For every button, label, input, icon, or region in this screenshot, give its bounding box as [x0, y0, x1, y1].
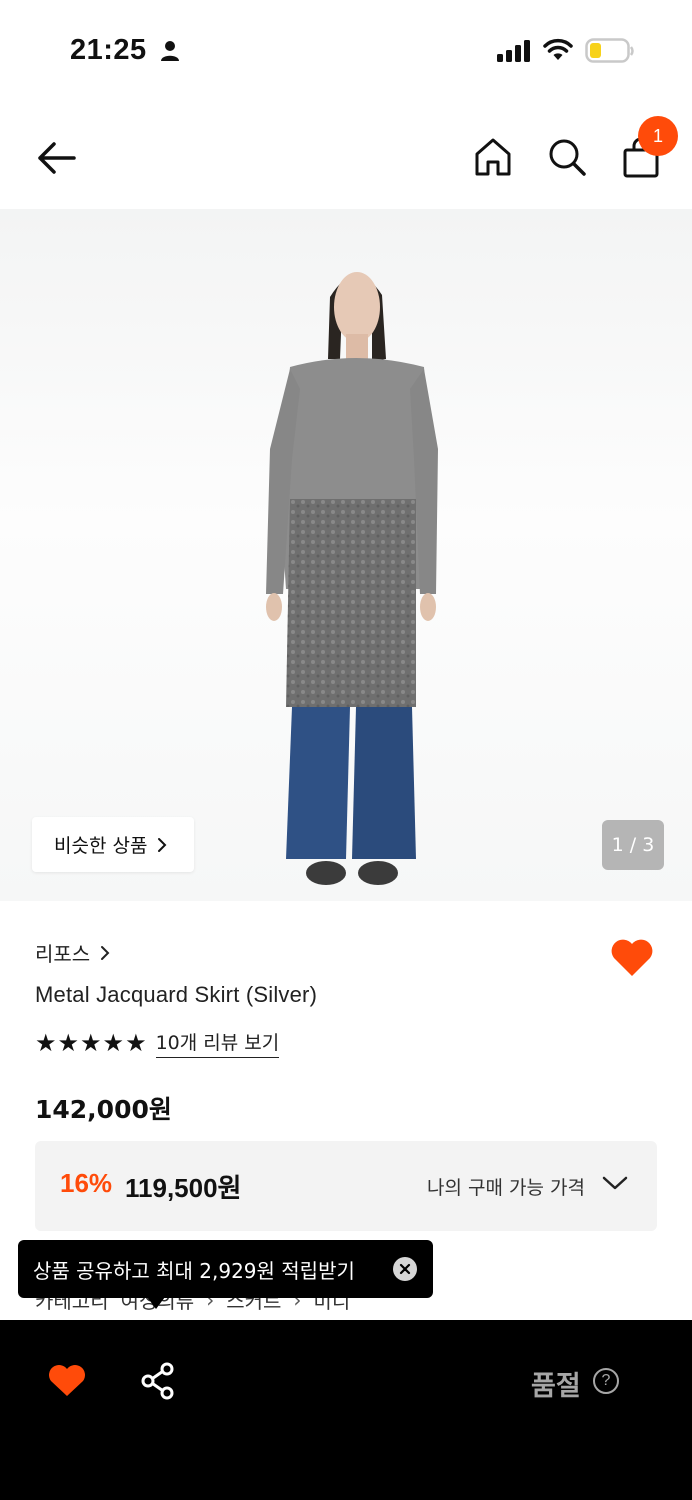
star-icon: ★ [35, 1029, 57, 1057]
list-price: 142,000원 [35, 1095, 172, 1124]
brand-name: 리포스 [35, 942, 91, 966]
sale-price: 119,500원 [125, 1173, 242, 1203]
star-icon: ★ [57, 1029, 80, 1057]
chevron-down-icon[interactable] [601, 1175, 629, 1191]
soldout-label: 품절 [531, 1371, 581, 1402]
tooltip-text: 상품 공유하고 최대 2,929원 적립받기 [33, 1258, 355, 1283]
bottom-action-bar: 품절 ? [0, 1320, 692, 1500]
my-price-toggle[interactable]: 나의 구매 가능 가격 [427, 1173, 585, 1200]
home-icon[interactable] [472, 136, 514, 178]
share-reward-tooltip: 상품 공유하고 최대 2,929원 적립받기 [18, 1240, 433, 1298]
back-arrow-icon[interactable] [34, 138, 80, 178]
heart-icon[interactable] [47, 1362, 87, 1398]
view-reviews-link[interactable]: 10개 리뷰 보기 [155, 1028, 280, 1058]
product-name: Metal Jacquard Skirt (Silver) [35, 982, 318, 1007]
discount-rate: 16% [60, 1168, 113, 1198]
chevron-right-icon [158, 837, 167, 852]
close-icon[interactable] [393, 1257, 417, 1281]
rating-row: ★ ★ ★ ★ ★ 10개 리뷰 보기 [35, 1028, 280, 1058]
wifi-icon [543, 38, 573, 60]
status-bar: 21:25 [0, 0, 692, 100]
similar-products-label: 비슷한 상품 [54, 835, 148, 857]
chevron-right-icon [101, 945, 110, 960]
top-nav [0, 110, 692, 205]
heart-icon[interactable] [609, 936, 655, 978]
image-page-indicator: 1 / 3 [602, 820, 664, 870]
help-icon[interactable]: ? [593, 1368, 619, 1394]
battery-icon [585, 38, 634, 63]
status-time: 21:25 [70, 34, 147, 66]
search-icon[interactable] [546, 136, 588, 178]
share-icon[interactable] [140, 1362, 176, 1400]
star-rating: ★ ★ ★ ★ ★ [35, 1030, 148, 1056]
cart-count-badge[interactable]: 1 [638, 116, 678, 156]
tooltip-arrow [147, 1297, 165, 1309]
price-box[interactable]: 16% 119,500원 나의 구매 가능 가격 [35, 1141, 657, 1231]
similar-products-button[interactable]: 비슷한 상품 [32, 817, 194, 872]
person-icon [161, 41, 179, 61]
star-icon: ★ [102, 1029, 125, 1057]
product-image[interactable] [0, 209, 692, 901]
cellular-signal-icon [497, 40, 530, 62]
brand-link[interactable]: 리포스 [35, 938, 110, 967]
product-photo-illustration [266, 272, 438, 885]
star-icon: ★ [125, 1029, 147, 1057]
star-icon: ★ [80, 1029, 102, 1057]
